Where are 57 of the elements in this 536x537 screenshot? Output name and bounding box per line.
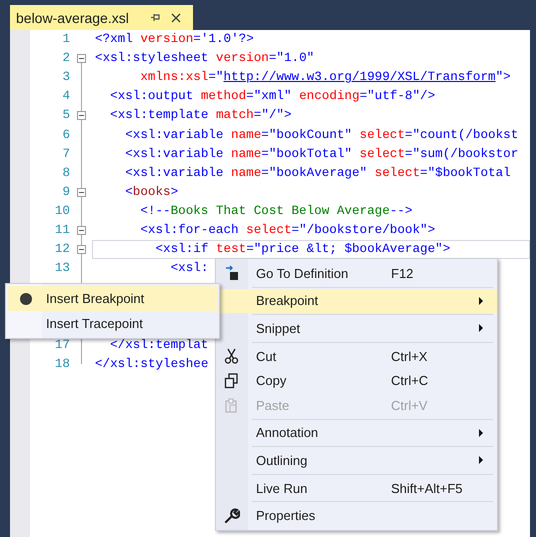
line-number: 11 bbox=[54, 222, 70, 239]
code-line: </xsl:styleshee bbox=[94, 356, 210, 373]
line-number: 1 bbox=[62, 31, 70, 48]
code-line: <?xml version='1.0'?> bbox=[94, 31, 255, 48]
code-line: <xsl:variable name="bookAverage" select="$bookTotal bbox=[124, 164, 512, 182]
line-number: 3 bbox=[62, 69, 70, 86]
collapse-icon[interactable] bbox=[76, 188, 86, 197]
submenu-arrow-icon bbox=[479, 324, 483, 332]
code-line: <xsl:output method="xml" encoding="utf-8"/> bbox=[109, 88, 436, 106]
collapse-icon[interactable] bbox=[76, 54, 86, 64]
line-number: 5 bbox=[62, 107, 70, 124]
code-line: <xsl: bbox=[170, 260, 210, 278]
menu-item[interactable]: Cut Ctrl+X bbox=[216, 344, 497, 368]
code-line: <xsl:stylesheet version="1.0" bbox=[94, 50, 316, 68]
menu-item[interactable]: Properties bbox=[216, 503, 497, 528]
go-to-definition-icon bbox=[224, 265, 240, 282]
menu-item[interactable]: Annotation bbox=[216, 420, 497, 446]
line-number: 6 bbox=[62, 126, 70, 144]
collapse-icon[interactable] bbox=[76, 245, 86, 254]
line-number: 2 bbox=[62, 50, 70, 68]
code-line: xmlns:xsl="http://www.w3.org/1999/XSL/Transform"> bbox=[139, 69, 512, 86]
submenu-arrow-icon bbox=[479, 296, 483, 305]
copy-icon bbox=[224, 372, 240, 389]
menu-item[interactable]: Insert Breakpoint bbox=[8, 286, 217, 311]
breakpoint-dot-icon bbox=[20, 292, 32, 304]
submenu-arrow-icon bbox=[479, 428, 483, 437]
pin-icon[interactable] bbox=[150, 12, 161, 22]
code-line: <xsl:variable name="bookTotal" select="sum(/bookstor bbox=[124, 146, 520, 163]
code-line: <!--Books That Cost Below Average--> bbox=[139, 202, 414, 220]
collapse-icon[interactable] bbox=[76, 111, 86, 120]
menu-item[interactable]: Insert Tracepoint bbox=[8, 311, 217, 336]
menu-item[interactable]: Copy Ctrl+C bbox=[216, 368, 497, 393]
menu-item[interactable]: Snippet bbox=[216, 316, 497, 341]
tab-title: below-average.xsl bbox=[16, 10, 129, 26]
line-number: 4 bbox=[62, 88, 70, 106]
menu-item[interactable]: Outlining bbox=[216, 448, 497, 473]
code-line: <books> bbox=[124, 184, 180, 201]
line-number: 8 bbox=[62, 164, 70, 182]
close-icon[interactable] bbox=[170, 12, 181, 22]
line-number: 7 bbox=[62, 146, 70, 163]
menu-item[interactable]: Go To Definition F12 bbox=[216, 261, 497, 286]
menu-item[interactable]: Live Run Shift+Alt+F5 bbox=[216, 476, 497, 500]
line-number: 10 bbox=[54, 202, 70, 220]
code-line: <xsl:variable name="bookCount" select="count(/bookst bbox=[124, 126, 520, 144]
line-number: 18 bbox=[54, 356, 70, 373]
wrench-icon bbox=[224, 508, 240, 524]
collapse-icon[interactable] bbox=[76, 226, 86, 235]
line-number: 9 bbox=[62, 184, 70, 201]
code-line: </xsl:templat bbox=[109, 336, 210, 354]
submenu-arrow-icon bbox=[479, 456, 483, 464]
document-tab[interactable]: below-average.xsl bbox=[10, 5, 193, 30]
code-line: <xsl:template match="/"> bbox=[109, 107, 293, 124]
scissors-icon bbox=[224, 348, 240, 364]
line-number: 12 bbox=[54, 241, 70, 258]
code-line: <xsl:for-each select="/bookstore/book"> bbox=[139, 222, 436, 239]
line-number: 17 bbox=[54, 336, 70, 354]
line-number: 13 bbox=[54, 260, 70, 278]
